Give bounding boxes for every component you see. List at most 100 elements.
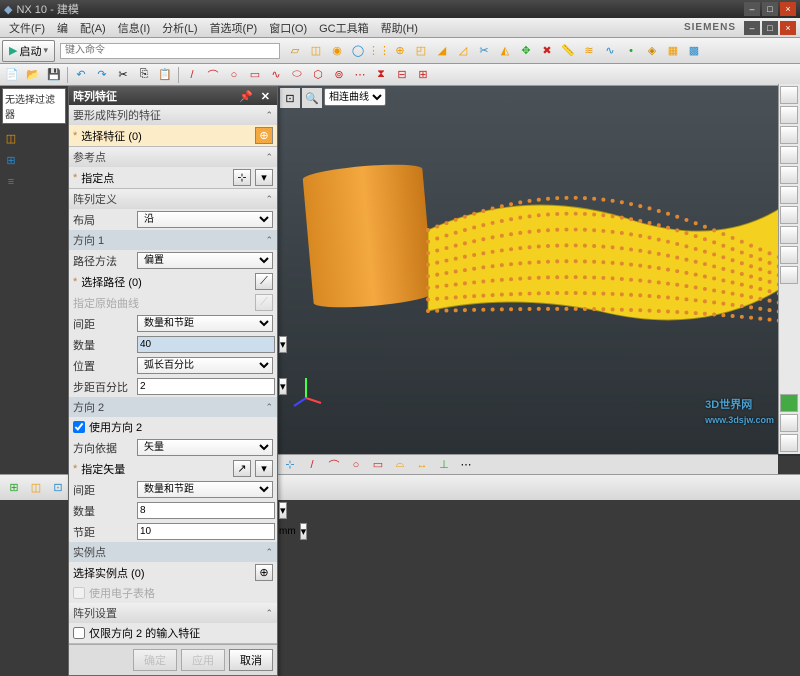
rp-btn-12[interactable]: [780, 434, 798, 452]
nav-part-icon[interactable]: ◫: [2, 128, 20, 148]
rp-btn-3[interactable]: [780, 126, 798, 144]
tool-more2-icon[interactable]: ▩: [684, 41, 704, 61]
maximize-button[interactable]: □: [762, 2, 778, 16]
select-feature-button[interactable]: ⊕: [255, 127, 273, 144]
cancel-button[interactable]: 取消: [229, 649, 273, 671]
tool-unite-icon[interactable]: ⊕: [390, 41, 410, 61]
paste-icon[interactable]: 📋: [155, 65, 175, 85]
position-select[interactable]: 弧长百分比: [137, 357, 273, 374]
apply-button[interactable]: 应用: [181, 649, 225, 671]
tool-more1-icon[interactable]: ▦: [663, 41, 683, 61]
count2-expr-button[interactable]: ▾: [279, 502, 287, 519]
tool-sketch-icon[interactable]: ▱: [285, 41, 305, 61]
section-direction1[interactable]: 方向 1⌃: [69, 230, 277, 250]
rp-btn-8[interactable]: [780, 226, 798, 244]
path-method-select[interactable]: 偏置: [137, 252, 273, 269]
bt-snap-icon[interactable]: ⊹: [280, 455, 300, 475]
point-constructor-button[interactable]: ⊹: [233, 169, 251, 186]
menu-window[interactable]: 窗口(O): [264, 18, 312, 38]
count-input[interactable]: [137, 336, 275, 353]
graphics-viewport[interactable]: ⊡ 🔍 相连曲线 3D世界网 www.3dsjw.com: [278, 86, 800, 456]
tool-draft-icon[interactable]: ◭: [495, 41, 515, 61]
rp-btn-6[interactable]: [780, 186, 798, 204]
ellipse-icon[interactable]: ⬭: [287, 65, 307, 85]
start-button[interactable]: ▶ 启动 ▾: [2, 40, 55, 62]
spacing-select[interactable]: 数量和节距: [137, 315, 273, 332]
only-dir2-checkbox[interactable]: [73, 627, 85, 639]
tool-shell-icon[interactable]: ◰: [411, 41, 431, 61]
view-fit-icon[interactable]: ⊡: [280, 88, 300, 108]
view-zoom-icon[interactable]: 🔍: [302, 88, 322, 108]
curve-filter-select[interactable]: 相连曲线: [324, 88, 386, 106]
rect-icon[interactable]: ▭: [245, 65, 265, 85]
step-expr-button[interactable]: ▾: [279, 378, 287, 395]
section-ref-point[interactable]: 参考点⌃: [69, 147, 277, 167]
menu-file[interactable]: 文件(F): [4, 18, 50, 38]
rp-btn-4[interactable]: [780, 146, 798, 164]
rp-btn-10[interactable]: [780, 266, 798, 284]
menu-info[interactable]: 信息(I): [113, 18, 155, 38]
new-file-icon[interactable]: 📄: [2, 65, 22, 85]
copy-icon[interactable]: ⎘: [134, 65, 154, 85]
vector-constructor-button[interactable]: ↗: [233, 460, 251, 477]
offset-icon[interactable]: ⊚: [329, 65, 349, 85]
menu-edit[interactable]: 编: [52, 18, 73, 38]
nav-assembly-icon[interactable]: ⊞: [2, 150, 20, 170]
cut-icon[interactable]: ✂: [113, 65, 133, 85]
tool-datum-icon[interactable]: ◈: [642, 41, 662, 61]
bt-grid-icon[interactable]: /: [302, 455, 322, 475]
point-dropdown-button[interactable]: ▾: [255, 169, 273, 186]
trim2-icon[interactable]: ⊟: [392, 65, 412, 85]
sb-nav2-icon[interactable]: ◫: [26, 478, 46, 498]
section-feature-to-pattern[interactable]: 要形成阵列的特征⌃: [69, 105, 277, 125]
arc-icon[interactable]: ⌒: [203, 65, 223, 85]
vector-dropdown-button[interactable]: ▾: [255, 460, 273, 477]
bt-arc-icon[interactable]: ⌓: [390, 455, 410, 475]
dialog-close-icon[interactable]: ✕: [258, 90, 273, 103]
section-instance-points[interactable]: 实例点⌃: [69, 542, 277, 562]
bt-dim-icon[interactable]: ↔: [412, 455, 432, 475]
rp-btn-2[interactable]: [780, 106, 798, 124]
sb-nav3-icon[interactable]: ⊡: [48, 478, 68, 498]
undo-icon[interactable]: ↶: [71, 65, 91, 85]
tool-trim-icon[interactable]: ✂: [474, 41, 494, 61]
tool-curve-icon[interactable]: ∿: [600, 41, 620, 61]
rp-btn-1[interactable]: [780, 86, 798, 104]
menu-analysis[interactable]: 分析(L): [157, 18, 202, 38]
tool-delete-icon[interactable]: ✖: [537, 41, 557, 61]
tool-point-icon[interactable]: •: [621, 41, 641, 61]
pitch-expr-button[interactable]: ▾: [300, 523, 308, 540]
extend-icon[interactable]: ⊞: [413, 65, 433, 85]
command-input[interactable]: [60, 43, 280, 59]
circle-icon[interactable]: ○: [224, 65, 244, 85]
rp-btn-11[interactable]: [780, 414, 798, 432]
bt-con-icon[interactable]: ⊥: [434, 455, 454, 475]
spline-icon[interactable]: ∿: [266, 65, 286, 85]
polygon-icon[interactable]: ⬡: [308, 65, 328, 85]
layout-select[interactable]: 沿: [137, 211, 273, 228]
rp-btn-zoom[interactable]: [780, 394, 798, 412]
tool-chamfer-icon[interactable]: ◿: [453, 41, 473, 61]
tool-pattern-icon[interactable]: ⋮⋮: [369, 41, 389, 61]
open-file-icon[interactable]: 📂: [23, 65, 43, 85]
inner-minimize-button[interactable]: –: [744, 21, 760, 35]
menu-gctoolbox[interactable]: GC工具箱: [314, 18, 374, 38]
sb-nav-icon[interactable]: ⊞: [4, 478, 24, 498]
select-path-button[interactable]: ⟋: [255, 273, 273, 290]
bt-rect-icon[interactable]: ▭: [368, 455, 388, 475]
use-direction2-checkbox[interactable]: [73, 421, 85, 433]
menu-help[interactable]: 帮助(H): [376, 18, 423, 38]
tool-measure-icon[interactable]: 📏: [558, 41, 578, 61]
mirror-icon[interactable]: ⧗: [371, 65, 391, 85]
rp-btn-7[interactable]: [780, 206, 798, 224]
menu-preferences[interactable]: 首选项(P): [205, 18, 263, 38]
select-instance-button[interactable]: ⊕: [255, 564, 273, 581]
bt-circle-icon[interactable]: ○: [346, 455, 366, 475]
nav-history-icon[interactable]: ≡: [2, 172, 20, 192]
rp-btn-5[interactable]: [780, 166, 798, 184]
direction-by-select[interactable]: 矢量: [137, 439, 273, 456]
save-icon[interactable]: 💾: [44, 65, 64, 85]
tool-move-icon[interactable]: ✥: [516, 41, 536, 61]
redo-icon[interactable]: ↷: [92, 65, 112, 85]
rp-btn-9[interactable]: [780, 246, 798, 264]
